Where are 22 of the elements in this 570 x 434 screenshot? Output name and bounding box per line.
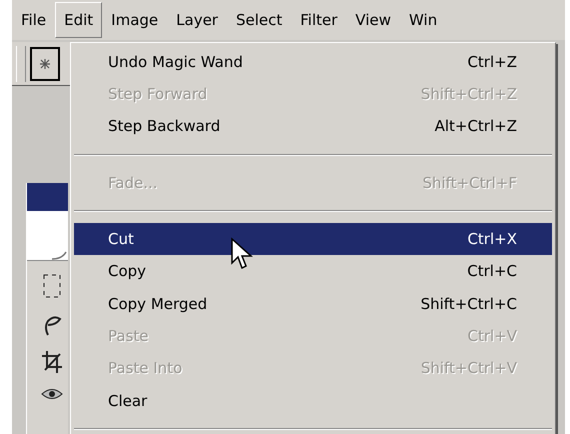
menu-item[interactable]: Filter — [291, 2, 346, 38]
menu-option[interactable]: Cut Ctrl+X — [74, 223, 552, 256]
menu-option[interactable]: Clear — [74, 384, 552, 417]
toolbox-title-bar — [27, 183, 68, 211]
toolbar-grip[interactable] — [16, 46, 26, 82]
menu-option[interactable]: Step Backward Alt+Ctrl+Z — [74, 110, 552, 143]
eye-icon[interactable] — [40, 387, 62, 401]
menu-option[interactable]: Copy Merged Shift+Ctrl+C — [74, 288, 552, 320]
cursor-icon — [230, 237, 254, 271]
menu-option[interactable]: Undo Magic Wand Ctrl+Z — [74, 46, 552, 78]
menu-item[interactable]: File — [12, 2, 56, 38]
menu-item[interactable]: View — [346, 2, 400, 38]
menu-item[interactable]: Layer — [167, 2, 227, 38]
menu-item[interactable]: Edit — [55, 2, 102, 38]
menu-option[interactable]: Copy Ctrl+C — [74, 255, 552, 288]
marquee-icon[interactable] — [42, 273, 62, 299]
crop-icon[interactable] — [42, 351, 62, 373]
wand-icon — [38, 56, 52, 70]
menu-item[interactable]: Win — [400, 2, 446, 38]
tool-preset-button[interactable] — [30, 46, 60, 80]
menu-item[interactable]: Select — [226, 2, 292, 38]
menu-item[interactable]: Image — [102, 2, 168, 38]
